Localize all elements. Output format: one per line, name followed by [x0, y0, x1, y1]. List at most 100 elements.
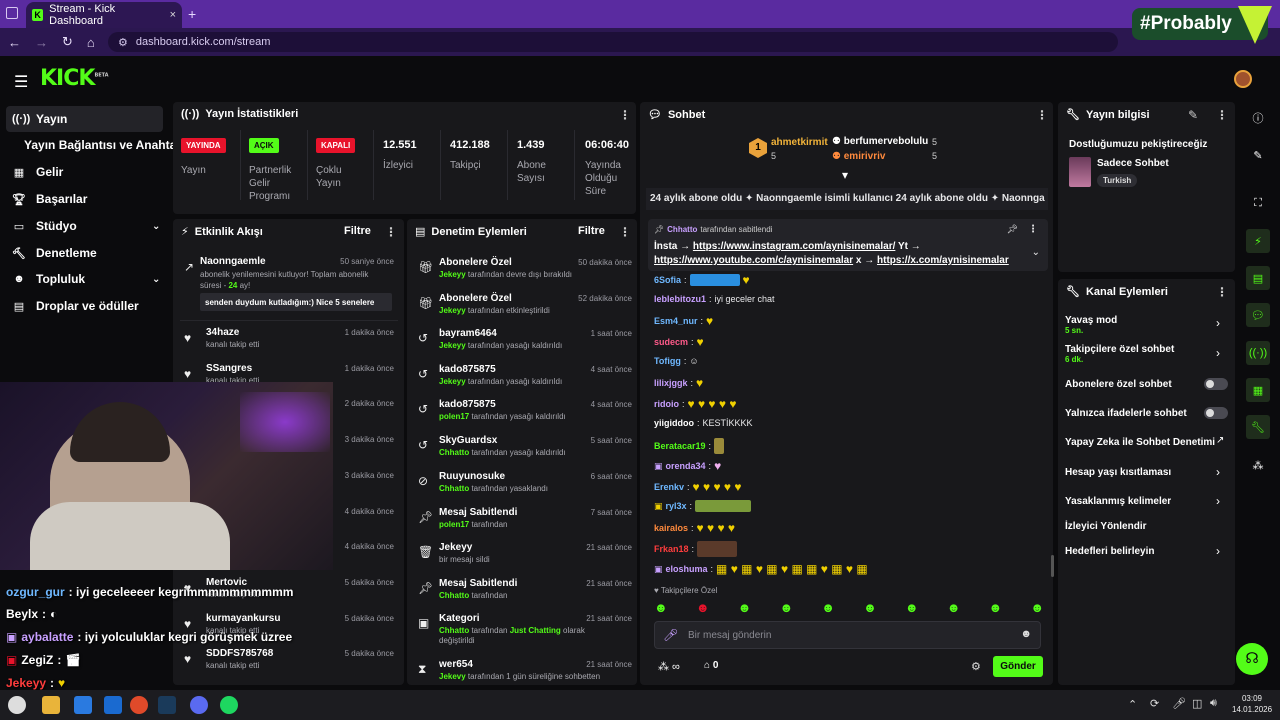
emote-icon[interactable]: ☻ [947, 600, 961, 616]
chat-scrollbar[interactable] [1051, 555, 1054, 577]
volume-icon[interactable]: 🔊︎ [1210, 697, 1217, 710]
discord-icon[interactable] [190, 696, 208, 714]
moderation-actor[interactable]: Jekeyy [439, 306, 466, 315]
moderation-filter-button[interactable]: Filtre [578, 225, 605, 237]
moderation-target[interactable]: wer654 [439, 659, 473, 670]
account-age-label[interactable]: Hesap yaşı kısıtlaması [1065, 467, 1171, 478]
sidebar-item-stream-key[interactable]: Yayın Bağlantısı ve Anahtarı [18, 132, 184, 158]
focus-icon[interactable]: ⛶ [1246, 191, 1270, 215]
chat-username[interactable]: ridoio [654, 399, 679, 409]
tray-chevron-icon[interactable]: ⌃ [1128, 698, 1137, 711]
activity-filter-button[interactable]: Filtre [344, 225, 371, 237]
moderation-target[interactable]: kado875875 [439, 364, 496, 375]
sidebar-item-droplar[interactable]: ▤ Droplar ve ödüller [6, 293, 139, 319]
moderation-actor[interactable]: polen17 [439, 412, 469, 421]
site-info-icon[interactable]: ⚙ [118, 36, 128, 49]
support-icon[interactable]: ☊ [1236, 643, 1268, 675]
moderation-target[interactable]: bayram6464 [439, 328, 497, 339]
moderation-actor[interactable]: Jekevy [439, 672, 466, 681]
moderation-category[interactable]: Just Chatting [510, 626, 561, 635]
stream-info-menu-icon[interactable]: ⋮ [1216, 108, 1228, 122]
chat-username[interactable]: orenda34 [666, 461, 706, 471]
send-button[interactable]: Gönder [993, 656, 1043, 677]
edit-icon[interactable]: ✎ [1188, 108, 1198, 122]
chat-input[interactable]: 🎤︎ Bir mesaj gönderin ☻ [654, 621, 1041, 649]
stats-menu-icon[interactable]: ⋮ [619, 108, 631, 122]
chevron-down-icon[interactable]: ⌄ [1032, 247, 1040, 258]
chat-username[interactable]: leblebitozu1 [654, 294, 706, 304]
moderation-target[interactable]: kado875875 [439, 399, 496, 410]
steam-icon[interactable] [158, 696, 176, 714]
x-link[interactable]: https://x.com/aynisinemalar [877, 255, 1009, 266]
chevron-right-icon[interactable]: › [1216, 544, 1220, 558]
sidebar-item-basarilar[interactable]: 🏆︎ Başarılar [6, 186, 87, 212]
outlook-icon[interactable] [104, 696, 122, 714]
chat-username[interactable]: ryl3x [666, 501, 687, 511]
emote-icon[interactable]: ☻ [738, 600, 752, 616]
tab-close-icon[interactable]: × [170, 9, 176, 21]
browser-tab[interactable]: K Stream - Kick Dashboard × [26, 2, 182, 28]
chevron-right-icon[interactable]: › [1216, 316, 1220, 330]
unpin-icon[interactable]: 📌︎ [1007, 224, 1018, 235]
goals-label[interactable]: Hedefleri belirleyin [1065, 546, 1154, 557]
moderation-actor[interactable]: Jekeyy [439, 270, 466, 279]
chat-username[interactable]: sudecm [654, 337, 688, 347]
category-name[interactable]: Sadece Sohbet [1097, 158, 1169, 169]
points-counter[interactable]: ⌂ 0 [704, 660, 718, 671]
instagram-link[interactable]: https://www.instagram.com/aynisinemalar/ [693, 241, 895, 252]
ai-moderation-label[interactable]: Yapay Zeka ile Sohbet Denetimi [1065, 437, 1215, 448]
spotify-icon[interactable] [220, 696, 238, 714]
subscribers-only-toggle[interactable] [1204, 378, 1228, 390]
url-field[interactable]: ⚙ dashboard.kick.com/stream [108, 32, 1118, 52]
emote-icon[interactable]: ☻ [696, 600, 710, 616]
store-icon[interactable] [74, 696, 92, 714]
chevron-right-icon[interactable]: › [1216, 494, 1220, 508]
chevron-right-icon[interactable]: › [1216, 346, 1220, 360]
expand-leaderboard-icon[interactable]: ▾ [842, 168, 848, 182]
chat-username[interactable]: yiigiddoo [654, 418, 694, 428]
list-icon[interactable]: ▤ [1246, 266, 1270, 290]
moderation-menu-icon[interactable]: ⋮ [619, 225, 631, 239]
chat-icon[interactable]: 💬︎ [1246, 303, 1270, 327]
moderation-target[interactable]: SkyGuardsx [439, 435, 497, 446]
chat-username[interactable]: 6Sofia [654, 275, 681, 285]
emote-icon[interactable]: ☻ [863, 600, 877, 616]
chat-username[interactable]: Beratacar19 [654, 441, 706, 451]
pinned-menu-icon[interactable]: ⋮ [1028, 224, 1038, 235]
moderation-actor[interactable]: Chhatto [439, 626, 469, 635]
wrench-icon[interactable]: 🔧︎ [1246, 415, 1270, 439]
emote-icon[interactable]: ☻ [821, 600, 835, 616]
activity-user[interactable]: SDDFS785768 [206, 648, 273, 659]
activity-user[interactable]: Naonngaemle [200, 256, 266, 267]
moderation-actor[interactable]: Chhatto [439, 448, 469, 457]
sidebar-item-yayin[interactable]: ((·)) Yayın [6, 106, 163, 132]
chrome-icon[interactable] [130, 696, 148, 714]
language-tag[interactable]: Turkish [1097, 174, 1138, 187]
emote-icon[interactable]: ☻ [1030, 600, 1044, 616]
chat-settings-icon[interactable]: ⚙ [971, 660, 981, 673]
emote-icon[interactable]: ☻ [779, 600, 793, 616]
top-gifter-name[interactable]: ahmetkirmit [771, 137, 828, 148]
category-thumbnail[interactable] [1069, 157, 1091, 187]
chat-username[interactable]: Frkan18 [654, 544, 689, 554]
chevron-right-icon[interactable]: › [1216, 465, 1220, 479]
chat-username[interactable]: Esm4_nur [654, 316, 698, 326]
lightning-icon[interactable]: ⚡︎ [1246, 229, 1270, 253]
info-icon[interactable]: ⓘ [1246, 106, 1270, 130]
emote-icon[interactable]: ☻ [905, 600, 919, 616]
add-widget-icon[interactable]: ⁂ [1246, 453, 1270, 477]
moderation-actor[interactable]: Chhatto [439, 591, 469, 600]
sidebar-item-gelir[interactable]: ▦ Gelir [6, 159, 64, 185]
sidebar-item-denetleme[interactable]: 🔨︎ Denetleme [6, 240, 97, 266]
network-icon[interactable]: ◫ [1192, 697, 1202, 710]
start-heart-icon[interactable] [8, 696, 26, 714]
activity-user[interactable]: 34haze [206, 327, 239, 338]
moderation-actor[interactable]: polen17 [439, 520, 469, 529]
youtube-link[interactable]: https://www.youtube.com/c/aynisinemalar [654, 255, 853, 266]
emote-icon[interactable]: ☻ [654, 600, 668, 616]
sidebar-item-studyo[interactable]: ▭ Stüdyo ⌄ [6, 213, 166, 239]
broadcast-icon[interactable]: ((·)) [1246, 341, 1270, 365]
banned-words-label[interactable]: Yasaklanmış kelimeler [1065, 496, 1171, 507]
activity-user[interactable]: SSangres [206, 363, 252, 374]
channel-actions-menu-icon[interactable]: ⋮ [1216, 285, 1228, 299]
